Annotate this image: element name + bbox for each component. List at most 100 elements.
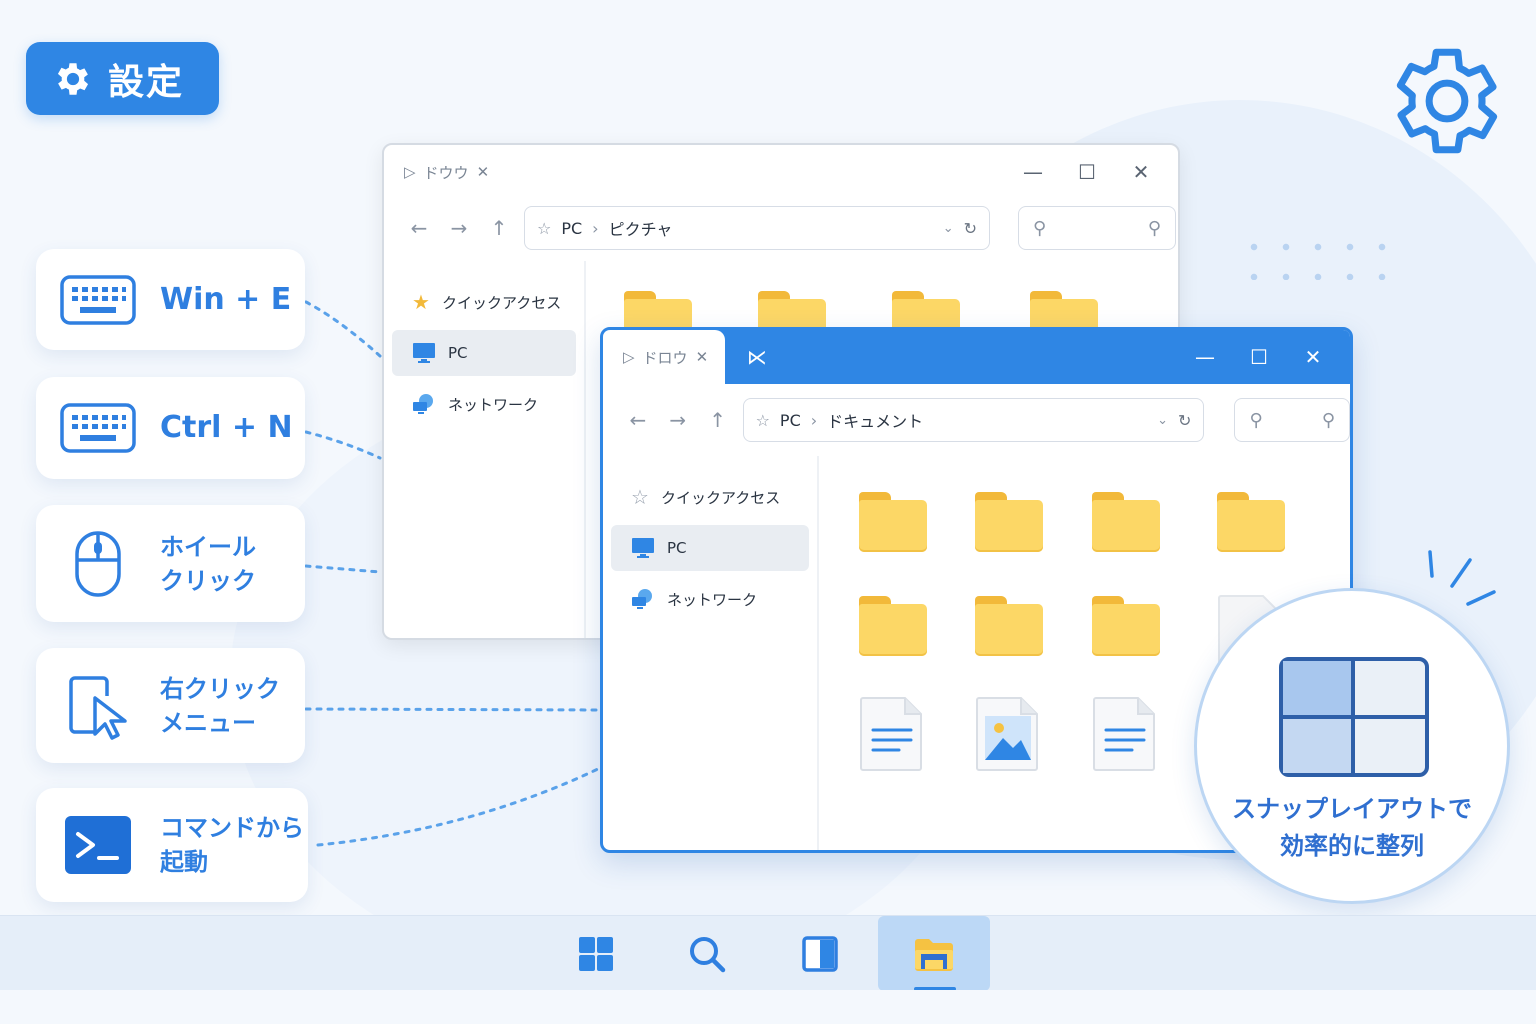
snap-window-icon xyxy=(802,935,838,972)
sidebar: ★ クイックアクセス PC ネットワーク xyxy=(384,261,586,638)
back-arrow-icon[interactable]: ← xyxy=(623,408,653,432)
monitor-icon xyxy=(413,343,435,363)
search-icon: ⚲ xyxy=(1147,217,1161,239)
shortcut-wheel-click[interactable]: ホイール クリック xyxy=(36,505,305,622)
file-explorer-icon xyxy=(915,938,953,971)
star-icon: ☆ xyxy=(631,485,649,509)
shortcut-ctrl-n[interactable]: Ctrl + N xyxy=(36,377,305,479)
up-arrow-icon[interactable]: ↑ xyxy=(484,216,514,240)
monitor-icon xyxy=(632,538,654,558)
new-tab-icon[interactable]: ⋉ xyxy=(747,345,767,369)
sidebar-item-label: クイックアクセス xyxy=(441,293,562,312)
breadcrumb-item[interactable]: PC xyxy=(780,411,801,430)
folder-icon[interactable] xyxy=(859,596,927,656)
close-button[interactable]: ✕ xyxy=(1114,160,1168,184)
image-file-icon[interactable] xyxy=(975,696,1041,772)
search-input[interactable]: ⚲ ⚲ xyxy=(1234,398,1350,442)
sparkle-lines xyxy=(1428,550,1496,606)
back-arrow-icon[interactable]: ← xyxy=(404,216,434,240)
taskbar-file-explorer-button[interactable] xyxy=(878,916,990,991)
sidebar-item-label: ネットワーク xyxy=(667,590,758,609)
sidebar-item-network[interactable]: ネットワーク xyxy=(392,381,576,427)
sidebar: ☆ クイックアクセス PC ネットワーク xyxy=(603,456,819,850)
start-icon xyxy=(579,936,613,971)
refresh-icon[interactable]: ↻ xyxy=(1178,411,1191,430)
tab-title: ドロウ xyxy=(642,348,688,367)
folder-icon[interactable] xyxy=(1217,492,1285,552)
snap-layout-text: スナップレイアウトで 効率的に整列 xyxy=(1232,795,1472,860)
forward-arrow-icon[interactable]: → xyxy=(444,216,474,240)
chevron-down-icon[interactable]: ⌄ xyxy=(1157,413,1168,428)
close-button[interactable]: ✕ xyxy=(1286,345,1340,369)
folder-icon[interactable] xyxy=(975,596,1043,656)
folder-icon[interactable] xyxy=(1092,596,1160,656)
refresh-icon[interactable]: ↻ xyxy=(964,219,977,238)
sidebar-item-pc[interactable]: PC xyxy=(611,525,809,571)
star-icon: ☆ xyxy=(537,218,552,238)
search-icon: ⚲ xyxy=(1033,217,1047,239)
keyboard-icon xyxy=(60,270,136,330)
sidebar-item-quick-access[interactable]: ☆ クイックアクセス xyxy=(611,474,809,520)
breadcrumb-item[interactable]: ピクチャ xyxy=(609,216,673,240)
page-footer-strip xyxy=(0,990,1536,1024)
shortcut-command[interactable]: コマンドから 起動 xyxy=(36,788,308,902)
search-icon xyxy=(690,936,726,972)
breadcrumb-item[interactable]: ドキュメント xyxy=(827,408,923,432)
document-icon[interactable] xyxy=(1092,696,1158,772)
folder-icon[interactable] xyxy=(975,492,1043,552)
tab-title: ドウウ xyxy=(423,163,469,182)
maximize-button[interactable]: ☐ xyxy=(1060,160,1114,184)
address-bar[interactable]: ☆ PC › ドキュメント ⌄ ↻ xyxy=(742,398,1205,442)
window-tab[interactable]: ▷ ドウウ ✕ xyxy=(384,162,489,183)
title-bar[interactable]: ▷ ドロウ ✕ ⋉ — ☐ ✕ xyxy=(603,330,1350,384)
up-arrow-icon[interactable]: ↑ xyxy=(703,408,733,432)
sidebar-item-pc[interactable]: PC xyxy=(392,330,576,376)
window-tab[interactable]: ▷ ドロウ ✕ xyxy=(603,330,725,384)
taskbar-snap-button[interactable] xyxy=(764,916,876,991)
search-input[interactable]: ⚲ ⚲ xyxy=(1018,206,1176,250)
snap-layout-callout: スナップレイアウトで 効率的に整列 xyxy=(1194,588,1510,904)
nav-row: ← → ↑ ☆ PC › ピクチャ ⌄ ↻ ⚲ ⚲ xyxy=(384,199,1178,257)
shortcut-win-e[interactable]: Win + E xyxy=(36,249,305,350)
star-icon: ☆ xyxy=(755,410,770,430)
mouse-icon xyxy=(60,530,136,597)
address-bar[interactable]: ☆ PC › ピクチャ ⌄ ↻ xyxy=(524,206,990,250)
folder-icon[interactable] xyxy=(1092,492,1160,552)
folder-icon[interactable] xyxy=(859,492,927,552)
search-icon: ⚲ xyxy=(1249,409,1263,431)
title-bar[interactable]: ▷ ドウウ ✕ — ☐ ✕ xyxy=(384,145,1178,199)
taskbar-search-button[interactable] xyxy=(651,916,763,991)
sidebar-item-quick-access[interactable]: ★ クイックアクセス xyxy=(392,279,576,325)
network-icon xyxy=(632,589,652,609)
shortcut-label: Ctrl + N xyxy=(160,410,293,445)
maximize-button[interactable]: ☐ xyxy=(1232,345,1286,369)
breadcrumb-item[interactable]: PC xyxy=(561,219,582,238)
close-tab-icon[interactable]: ✕ xyxy=(477,163,490,181)
minimize-button[interactable]: — xyxy=(1006,160,1060,184)
chevron-right-icon: › xyxy=(810,410,818,430)
play-icon: ▷ xyxy=(404,163,416,181)
shortcut-label: コマンドから 起動 xyxy=(160,814,304,876)
close-tab-icon[interactable]: ✕ xyxy=(696,348,709,366)
sidebar-item-network[interactable]: ネットワーク xyxy=(611,576,809,622)
start-button[interactable] xyxy=(540,916,652,991)
nav-row: ← → ↑ ☆ PC › ドキュメント ⌄ ↻ ⚲ ⚲ xyxy=(603,384,1350,456)
chevron-down-icon[interactable]: ⌄ xyxy=(943,221,954,236)
cursor-icon xyxy=(60,675,136,740)
minimize-button[interactable]: — xyxy=(1178,345,1232,369)
shortcut-right-click[interactable]: 右クリック メニュー xyxy=(36,648,305,763)
chevron-right-icon: › xyxy=(592,218,599,238)
document-icon[interactable] xyxy=(859,696,925,772)
keyboard-icon xyxy=(60,398,136,458)
sidebar-item-label: PC xyxy=(667,539,687,557)
taskbar xyxy=(0,915,1536,991)
shortcut-label: ホイール クリック xyxy=(160,532,256,595)
sidebar-item-label: クイックアクセス xyxy=(660,488,781,507)
terminal-icon xyxy=(60,815,136,875)
play-icon: ▷ xyxy=(623,348,635,366)
shortcut-label: Win + E xyxy=(160,281,292,317)
forward-arrow-icon[interactable]: → xyxy=(663,408,693,432)
search-icon: ⚲ xyxy=(1321,409,1336,431)
network-icon xyxy=(413,394,433,414)
star-icon: ★ xyxy=(412,290,430,314)
